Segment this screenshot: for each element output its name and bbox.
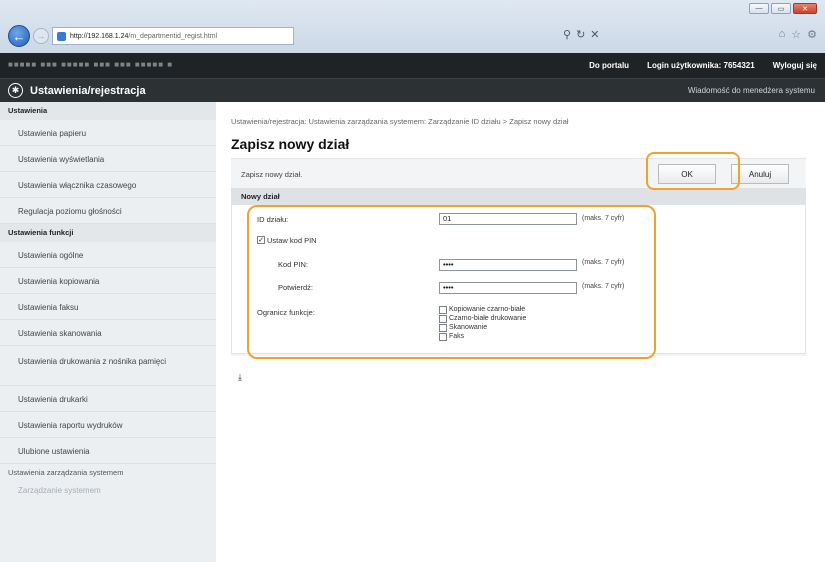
refresh-icon[interactable]: ↻ <box>576 28 585 41</box>
sidebar-section-system[interactable]: Ustawienia zarządzania systemem <box>0 464 216 482</box>
address-tools: ⚲ ↻ ✕ <box>563 28 600 41</box>
header-links: Do portalu Login użytkownika: 7654321 Wy… <box>589 61 817 70</box>
device-name: ■■■■■ ■■■ ■■■■■ ■■■ ■■■ ■■■■■ ■ <box>8 60 174 69</box>
message-to-admin-link[interactable]: Wiadomość do menedżera systemu <box>688 86 815 95</box>
ok-highlight-frame <box>646 152 740 190</box>
login-info: Login użytkownika: 7654321 <box>647 61 755 70</box>
maximize-button[interactable]: ▭ <box>771 3 791 14</box>
star-icon[interactable]: ☆ <box>791 28 801 41</box>
sidebar-item-favorites[interactable]: Ulubione ustawienia <box>0 438 216 464</box>
logout-link[interactable]: Wyloguj się <box>773 61 817 70</box>
sidebar-item-system-mgmt[interactable]: Zarządzanie systemem <box>0 482 216 500</box>
url-path: /m_departmentid_regist.html <box>128 32 218 40</box>
sidebar-section-settings: Ustawienia <box>0 102 216 120</box>
url-host: http://192.168.1.24 <box>70 32 129 40</box>
sidebar-item-display[interactable]: Ustawienia wyświetlania <box>0 146 216 172</box>
sidebar-item-paper[interactable]: Ustawienia papieru <box>0 120 216 146</box>
sidebar-item-printer[interactable]: Ustawienia drukarki <box>0 386 216 412</box>
close-icon[interactable]: ✕ <box>590 28 599 41</box>
back-arrow-icon[interactable]: ← <box>8 25 30 47</box>
address-bar[interactable]: http://192.168.1.24 /m_departmentid_regi… <box>52 27 294 45</box>
close-window-button[interactable]: ✕ <box>793 3 817 14</box>
sidebar-item-report[interactable]: Ustawienia raportu wydruków <box>0 412 216 438</box>
browser-toolbar: — ▭ ✕ ← → http://192.168.1.24 /m_departm… <box>0 0 825 53</box>
search-icon[interactable]: ⚲ <box>563 28 571 41</box>
sidebar-item-timer[interactable]: Ustawienia włącznika czasowego <box>0 172 216 198</box>
sidebar-section-functions: Ustawienia funkcji <box>0 224 216 242</box>
form-highlight-frame <box>247 205 656 359</box>
to-top-icon[interactable]: ⤓ <box>238 372 242 383</box>
page-description: Zapisz nowy dział. <box>241 170 303 179</box>
settings-title-bar: ✱ Ustawienia/rejestracja Wiadomość do me… <box>0 78 825 102</box>
window-controls: — ▭ ✕ <box>749 3 817 14</box>
page-title: Zapisz nowy dział <box>231 136 350 152</box>
login-label: Login użytkownika: <box>647 61 722 70</box>
page-favicon-icon <box>57 31 66 41</box>
sidebar-item-memory-print[interactable]: Ustawienia drukowania z nośnika pamięci <box>0 346 216 386</box>
app-title: Ustawienia/rejestracja <box>30 85 146 97</box>
top-header-strip: ■■■■■ ■■■ ■■■■■ ■■■ ■■■ ■■■■■ ■ Do porta… <box>0 53 825 78</box>
forward-arrow-icon[interactable]: → <box>33 28 49 44</box>
gear-icon[interactable]: ⚙ <box>807 28 817 41</box>
settings-gear-icon: ✱ <box>8 83 23 98</box>
sidebar-item-general[interactable]: Ustawienia ogólne <box>0 242 216 268</box>
panel-title: Nowy dział <box>231 188 806 204</box>
browser-right-tools: ⌂ ☆ ⚙ <box>779 28 817 41</box>
breadcrumb: Ustawienia/rejestracja: Ustawienia zarzą… <box>231 117 569 126</box>
sidebar-item-scan[interactable]: Ustawienia skanowania <box>0 320 216 346</box>
login-id: 7654321 <box>723 61 755 70</box>
sidebar-item-fax[interactable]: Ustawienia faksu <box>0 294 216 320</box>
home-icon[interactable]: ⌂ <box>779 28 786 41</box>
sidebar: Ustawienia Ustawienia papieru Ustawienia… <box>0 102 216 562</box>
sidebar-item-volume[interactable]: Regulacja poziomu głośności <box>0 198 216 224</box>
portal-link[interactable]: Do portalu <box>589 61 629 70</box>
sidebar-item-copy[interactable]: Ustawienia kopiowania <box>0 268 216 294</box>
minimize-button[interactable]: — <box>749 3 769 14</box>
